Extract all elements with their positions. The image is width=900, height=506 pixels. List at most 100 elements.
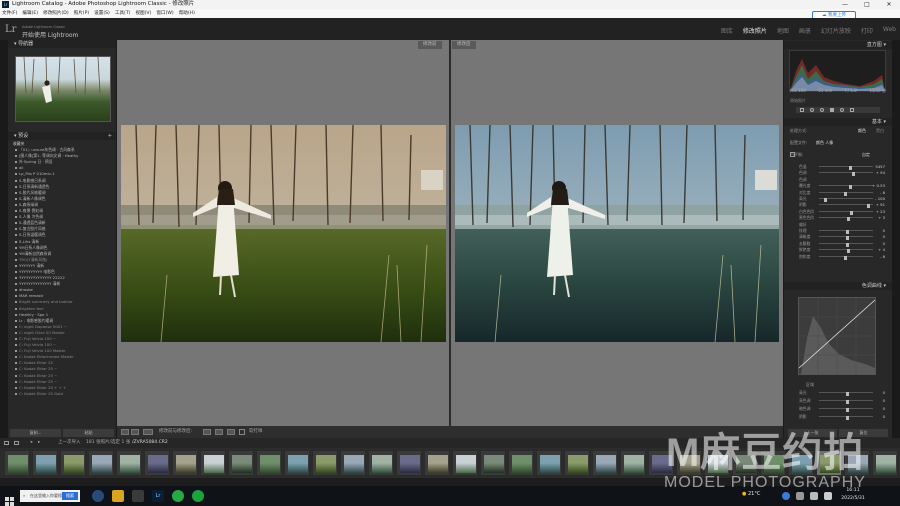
tray-icon-1[interactable] <box>782 492 790 500</box>
slider-knob[interactable] <box>846 230 849 234</box>
slider-track[interactable] <box>819 185 873 190</box>
copy-before-settings-icon[interactable] <box>203 429 211 435</box>
edge-browser-icon[interactable] <box>92 490 104 502</box>
filmstrip-thumbnail[interactable] <box>424 450 450 476</box>
slider-track[interactable] <box>819 172 873 177</box>
slider-track[interactable] <box>819 198 873 202</box>
soft-proof-checkbox[interactable] <box>239 429 245 435</box>
region-track[interactable] <box>819 392 873 396</box>
slider-knob[interactable] <box>844 255 848 260</box>
filmstrip-thumbnail[interactable] <box>144 450 170 476</box>
filmstrip-thumbnail[interactable] <box>564 450 590 476</box>
tone-curve-header[interactable]: 色调曲线 ▾ <box>784 282 892 290</box>
identity-plate[interactable]: 开始使用 Lightroom <box>22 30 78 39</box>
module-web[interactable]: Web <box>883 26 896 35</box>
menu-settings[interactable]: 设置(S) <box>94 9 110 18</box>
filmstrip-thumbnail[interactable] <box>536 450 562 476</box>
network-icon[interactable] <box>810 492 818 500</box>
filmstrip-thumbnail[interactable] <box>172 450 198 476</box>
slider-value[interactable]: 0 <box>883 234 885 239</box>
histogram[interactable] <box>789 50 886 92</box>
slider-track[interactable] <box>819 191 873 196</box>
region-value[interactable]: 0 <box>883 406 885 411</box>
file-explorer-icon[interactable] <box>112 490 124 502</box>
slider-value[interactable]: 5457 <box>875 164 885 169</box>
graduated-filter-icon[interactable] <box>830 108 834 112</box>
menu-edit[interactable]: 编辑(E) <box>22 9 38 18</box>
presets-header[interactable]: ▾ 预设 + <box>8 132 116 140</box>
slider-track[interactable] <box>819 230 873 234</box>
filmstrip-thumbnail[interactable] <box>312 450 338 476</box>
slider-track[interactable] <box>819 255 873 260</box>
slider-value[interactable]: + 91 <box>876 202 885 207</box>
app-green-icon[interactable] <box>192 490 204 502</box>
lightroom-taskbar-icon[interactable]: Lr <box>152 490 164 502</box>
photo-after[interactable] <box>455 125 779 342</box>
filmstrip-thumbnail[interactable] <box>116 450 142 476</box>
module-develop[interactable]: 修改照片 <box>743 26 767 35</box>
slider-knob[interactable] <box>846 236 849 241</box>
slider-value[interactable]: + 0.53 <box>872 183 885 188</box>
slider-value[interactable]: + 3 <box>878 215 885 220</box>
copy-after-settings-icon[interactable] <box>215 429 223 435</box>
module-book[interactable]: 画册 <box>799 26 811 35</box>
filmstrip-thumbnail[interactable] <box>88 450 114 476</box>
navigator-header[interactable]: ▾ 导航器 <box>8 40 116 48</box>
module-library[interactable]: 图库 <box>721 26 733 35</box>
maximize-button[interactable]: □ <box>856 0 878 9</box>
slider-track[interactable] <box>819 236 873 241</box>
filmstrip-source[interactable]: 上一次导入 <box>58 438 81 448</box>
slider-value[interactable]: 0 <box>883 241 885 246</box>
region-knob[interactable] <box>846 400 849 404</box>
filmstrip-thumbnail[interactable] <box>620 450 646 476</box>
slider-knob[interactable] <box>850 210 854 215</box>
wb-dropdown[interactable]: 自定 <box>862 152 870 158</box>
region-track[interactable] <box>819 408 873 412</box>
slider-value[interactable]: - 100 <box>875 196 885 201</box>
slider-value[interactable]: - 6 <box>880 190 885 195</box>
treatment-color[interactable]: 颜色 <box>858 128 866 134</box>
filmstrip-thumbnail[interactable] <box>200 450 226 476</box>
before-after-lr-icon[interactable] <box>143 429 153 435</box>
menu-help[interactable]: 帮助(H) <box>179 9 195 18</box>
grid-view-icon[interactable] <box>4 441 9 445</box>
region-value[interactable]: 0 <box>883 414 885 419</box>
before-after-mode-icon[interactable] <box>131 429 139 435</box>
tray-icon-2[interactable] <box>796 492 804 500</box>
menu-window[interactable]: 窗口(W) <box>156 9 173 18</box>
region-track[interactable] <box>819 416 873 420</box>
navigator-preview[interactable] <box>15 56 111 122</box>
region-knob[interactable] <box>846 408 849 412</box>
slider-knob[interactable] <box>824 198 828 202</box>
menu-view[interactable]: 视图(V) <box>135 9 151 18</box>
slider-track[interactable] <box>819 204 873 209</box>
filmstrip-thumbnail[interactable] <box>228 450 254 476</box>
adjustment-brush-icon[interactable] <box>850 108 854 112</box>
slider-track[interactable] <box>819 210 873 215</box>
filmstrip-thumbnail[interactable] <box>4 450 30 476</box>
menu-file[interactable]: 文件(F) <box>2 9 17 18</box>
close-button[interactable]: ✕ <box>878 0 900 9</box>
spot-removal-icon[interactable] <box>810 108 814 112</box>
slider-knob[interactable] <box>846 242 849 247</box>
profile-dropdown[interactable]: 颜色 人像 <box>816 140 833 146</box>
slider-knob[interactable] <box>848 166 852 170</box>
slider-track[interactable] <box>819 217 873 222</box>
region-value[interactable]: 0 <box>883 390 885 395</box>
menu-photo[interactable]: 照片(P) <box>74 9 90 18</box>
filmstrip-thumbnail[interactable] <box>452 450 478 476</box>
slider-knob[interactable] <box>847 249 851 254</box>
volume-icon[interactable] <box>824 492 832 500</box>
swap-settings-icon[interactable] <box>227 429 235 435</box>
slider-knob[interactable] <box>849 185 853 190</box>
add-preset-icon[interactable]: + <box>108 132 112 140</box>
tone-curve-graph[interactable] <box>798 297 876 375</box>
slider-value[interactable]: + 94 <box>876 170 885 175</box>
filmstrip-thumbnail[interactable] <box>508 450 534 476</box>
basic-header[interactable]: 基本 ▾ <box>784 118 892 126</box>
search-button[interactable]: 搜索 <box>62 492 78 500</box>
region-knob[interactable] <box>846 392 849 396</box>
slider-track[interactable] <box>819 166 873 170</box>
filmstrip-thumbnail[interactable] <box>368 450 394 476</box>
filmstrip-thumbnail[interactable] <box>60 450 86 476</box>
